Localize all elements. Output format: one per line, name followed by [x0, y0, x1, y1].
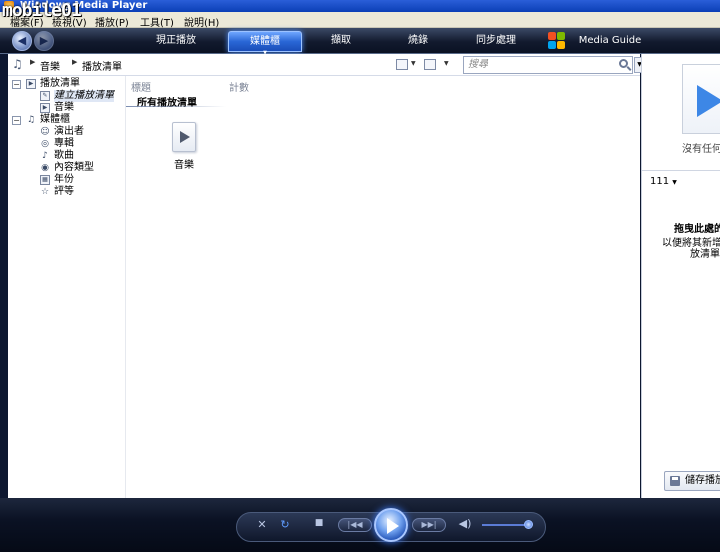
layout-options-icon[interactable]	[396, 59, 408, 70]
volume-slider-handle[interactable]	[524, 520, 533, 529]
group-divider	[126, 106, 226, 107]
shuffle-icon[interactable]: ✕	[255, 518, 269, 531]
chevron-down-icon[interactable]: ▼	[411, 60, 416, 67]
tree-item-label: 評等	[54, 186, 74, 197]
column-header-count[interactable]: 計數	[229, 79, 249, 94]
search-placeholder: 搜尋	[468, 59, 488, 70]
save-disk-icon	[670, 476, 680, 486]
tab-library[interactable]: 媒體櫃	[228, 31, 302, 56]
song-icon: ♪	[42, 151, 48, 161]
playlist-icon: ▶	[40, 103, 50, 113]
tree-item-label: 內容類型	[54, 162, 94, 173]
forward-button[interactable]: ▶	[34, 31, 54, 51]
tree-item-label: 演出者	[54, 126, 84, 137]
volume-icon[interactable]: ◀)	[457, 517, 473, 530]
list-name-dropdown[interactable]: 111 ▼	[650, 176, 677, 187]
drag-hint-line: 放清單	[690, 249, 720, 260]
create-playlist-icon: ✎	[40, 91, 50, 101]
back-button[interactable]: ◀	[12, 31, 32, 51]
back-arrow-icon: ◀	[17, 34, 27, 47]
tree-item-label: 歌曲	[54, 150, 74, 161]
tab-now-playing[interactable]: 現正播放	[140, 31, 212, 52]
menu-help[interactable]: 說明(H)	[184, 14, 219, 29]
menu-play[interactable]: 播放(P)	[95, 14, 129, 29]
breadcrumb-playlists[interactable]: 播放清單	[82, 58, 122, 73]
tree-item-label: 年份	[54, 174, 74, 185]
tab-media-guide[interactable]: Media Guide	[574, 31, 646, 52]
title-bar: Windows Media Player	[0, 0, 720, 12]
collapse-icon[interactable]: −	[12, 116, 21, 125]
nav-bar: ◀ ▶ 現正播放 媒體櫃 擷取 燒錄 同步處理 Media Guide	[0, 28, 720, 56]
playlist-tile[interactable]	[172, 122, 196, 152]
search-icon[interactable]	[619, 59, 628, 68]
chevron-down-icon: ▼	[672, 179, 677, 186]
stop-icon[interactable]: ■	[313, 518, 325, 528]
tree-item-label: 建立播放清單	[54, 90, 114, 102]
view-options-icon[interactable]	[424, 59, 436, 70]
tab-sync[interactable]: 同步處理	[460, 31, 532, 52]
artist-icon: ☺	[40, 127, 50, 137]
forward-arrow-icon: ▶	[39, 34, 49, 47]
rating-star-icon: ☆	[40, 187, 50, 197]
tree-item-label: 專輯	[54, 138, 74, 149]
collapse-icon[interactable]: −	[12, 80, 21, 89]
watermark-logo: mobile01	[2, 0, 82, 21]
menu-tools[interactable]: 工具(T)	[140, 14, 174, 29]
play-button[interactable]	[374, 508, 408, 542]
music-note-icon[interactable]: ♫	[12, 57, 23, 71]
now-playing-empty-text: 沒有任何項	[682, 144, 720, 155]
library-content: 標題 計數 所有播放清單 音樂	[125, 76, 640, 498]
playback-controls: ✕ ↻ ■ |◀◀ ▶▶| ◀)	[0, 498, 720, 552]
repeat-icon[interactable]: ↻	[278, 518, 292, 531]
playlist-play-icon	[180, 131, 190, 143]
album-icon: ◎	[41, 139, 49, 149]
address-bar: ♫ ▶ 音樂 ▶ 播放清單 ▼ ▼ 搜尋 ▼	[8, 54, 645, 76]
next-icon[interactable]: ▶▶|	[412, 518, 446, 532]
save-playlist-label: 儲存播放	[685, 475, 720, 486]
music-note-icon: ♫	[26, 115, 36, 125]
tree-item-label: 播放清單	[40, 78, 80, 89]
windows-logo-icon	[548, 32, 566, 50]
pane-divider	[642, 170, 720, 171]
tree-item-label: 音樂	[54, 102, 74, 113]
tab-rip[interactable]: 擷取	[310, 31, 372, 52]
list-pane: 沒有任何項 111 ▼ 拖曳此處的 以便將其新增到 放清單 儲存播放	[641, 54, 720, 498]
drag-hint-title: 拖曳此處的	[674, 224, 720, 235]
play-icon	[697, 85, 720, 117]
list-name: 111	[650, 176, 670, 187]
previous-icon[interactable]: |◀◀	[338, 518, 372, 532]
year-icon: ▦	[40, 175, 50, 185]
search-input[interactable]: 搜尋	[463, 56, 633, 74]
tab-burn[interactable]: 燒錄	[388, 31, 448, 52]
chevron-down-icon[interactable]: ▼	[444, 60, 449, 67]
breadcrumb-music[interactable]: 音樂	[40, 58, 60, 73]
tree-item-label: 媒體櫃	[40, 114, 70, 125]
breadcrumb-separator-icon[interactable]: ▶	[72, 58, 77, 66]
column-header-title[interactable]: 標題	[131, 79, 151, 94]
album-art-placeholder	[682, 64, 720, 134]
genre-icon: ◉	[41, 163, 49, 173]
playlist-icon: ▶	[26, 79, 36, 89]
navigation-tree: − ▶ 播放清單 ✎ 建立播放清單 ▶ 音樂 − ♫ 媒體櫃 ☺ 演出者 ◎ 專…	[8, 76, 125, 498]
breadcrumb-separator-icon[interactable]: ▶	[30, 58, 35, 66]
menu-bar: 檔案(F) 檢視(V) 播放(P) 工具(T) 說明(H)	[0, 12, 720, 29]
playlist-tile-label[interactable]: 音樂	[174, 156, 194, 171]
save-playlist-button[interactable]: 儲存播放	[664, 471, 720, 491]
